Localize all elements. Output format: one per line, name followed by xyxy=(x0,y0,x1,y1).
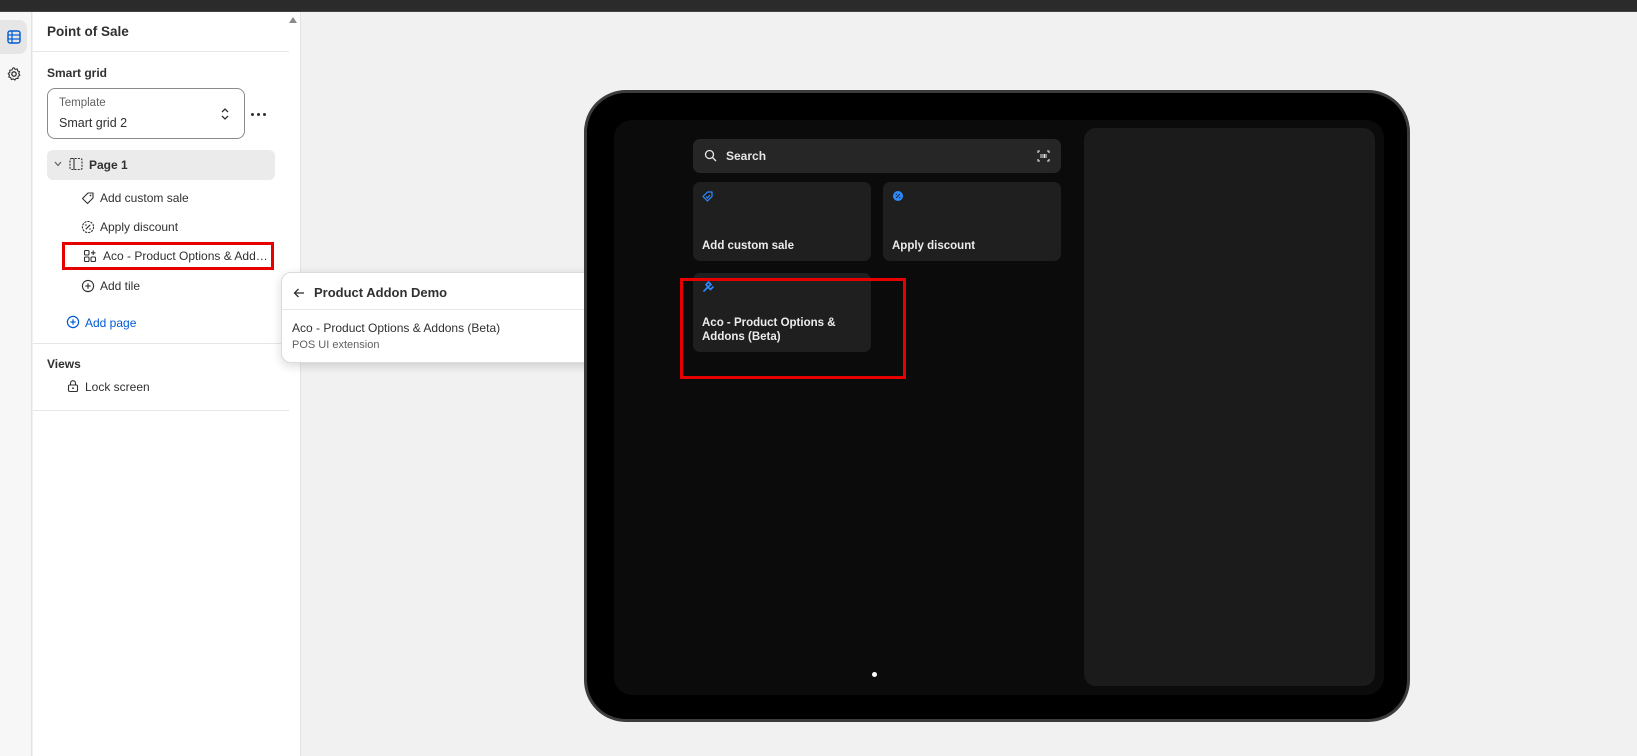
tile-row-aco-product-options[interactable]: Aco - Product Options & Addons (Beta) xyxy=(62,242,274,270)
pos-search-bar[interactable]: Search xyxy=(693,139,1061,173)
extension-picker-popover: Product Addon Demo Aco - Product Options… xyxy=(281,272,602,363)
smart-grid-heading: Smart grid xyxy=(47,66,108,80)
select-chevron-icon xyxy=(221,108,229,120)
browser-top-bar xyxy=(0,0,1637,12)
discount-badge-icon xyxy=(893,191,903,201)
lock-icon xyxy=(67,380,79,393)
add-tile-label: Add tile xyxy=(100,279,141,293)
more-actions-button[interactable] xyxy=(247,108,269,120)
search-icon xyxy=(704,149,717,162)
back-arrow-icon[interactable] xyxy=(292,286,306,300)
scroll-up-arrow[interactable] xyxy=(289,17,297,23)
template-select-value: Smart grid 2 xyxy=(59,116,128,130)
pos-tile-label: Add custom sale xyxy=(702,240,795,252)
pos-tile-label: Apply discount xyxy=(892,240,976,252)
page-layout-icon xyxy=(69,157,83,171)
tile-row-add-custom-sale[interactable]: Add custom sale xyxy=(76,186,290,210)
pos-tile-apply-discount[interactable]: Apply discount xyxy=(883,182,1061,261)
gear-icon xyxy=(7,67,20,81)
page-indicator-dot[interactable] xyxy=(872,672,877,677)
sidebar-title: Point of Sale xyxy=(47,24,129,39)
add-page-label: Add page xyxy=(85,316,137,330)
settings-nav-button[interactable] xyxy=(0,57,27,91)
pos-screen: Search Add custom sale Apply discount Ac… xyxy=(614,120,1384,695)
tag-check-icon xyxy=(702,191,713,202)
grid-layout-icon xyxy=(6,30,21,44)
grid-nav-button[interactable] xyxy=(0,20,27,54)
pos-tile-add-custom-sale[interactable]: Add custom sale xyxy=(693,182,871,261)
barcode-scan-icon[interactable] xyxy=(1037,150,1050,162)
tablet-preview: Search Add custom sale Apply discount Ac… xyxy=(584,90,1410,722)
tile-row-apply-discount[interactable]: Apply discount xyxy=(76,215,290,239)
tag-icon xyxy=(81,192,94,205)
divider xyxy=(33,410,289,411)
plus-circle-icon xyxy=(81,279,95,293)
template-select-label: Template xyxy=(59,97,106,109)
tile-row-label: Apply discount xyxy=(100,220,179,234)
page-row-label: Page 1 xyxy=(89,158,128,172)
tile-row-label: Aco - Product Options & Addons (Beta) xyxy=(103,249,271,263)
divider xyxy=(33,51,289,52)
icon-rail xyxy=(0,12,32,756)
template-select[interactable]: Template Smart grid 2 xyxy=(47,88,245,139)
chevron-down-icon[interactable] xyxy=(53,159,63,169)
extension-option-name[interactable]: Aco - Product Options & Addons (Beta) xyxy=(292,321,500,335)
page-row-1[interactable]: Page 1 xyxy=(47,150,275,180)
extension-option-type: POS UI extension xyxy=(292,339,380,351)
discount-icon xyxy=(81,220,95,234)
divider xyxy=(282,309,601,310)
sidebar: Point of Sale Smart grid Template Smart … xyxy=(33,12,301,756)
plus-circle-icon xyxy=(66,315,80,329)
lock-screen-label: Lock screen xyxy=(85,380,150,394)
views-heading: Views xyxy=(47,357,81,371)
divider xyxy=(33,343,289,344)
highlight-annotation xyxy=(680,278,906,379)
app-extension-icon xyxy=(83,249,97,263)
cart-panel xyxy=(1084,128,1375,686)
search-placeholder: Search xyxy=(726,149,767,163)
popover-title: Product Addon Demo xyxy=(314,285,448,300)
add-tile-button[interactable]: Add tile xyxy=(76,274,290,298)
tile-row-label: Add custom sale xyxy=(100,191,189,205)
